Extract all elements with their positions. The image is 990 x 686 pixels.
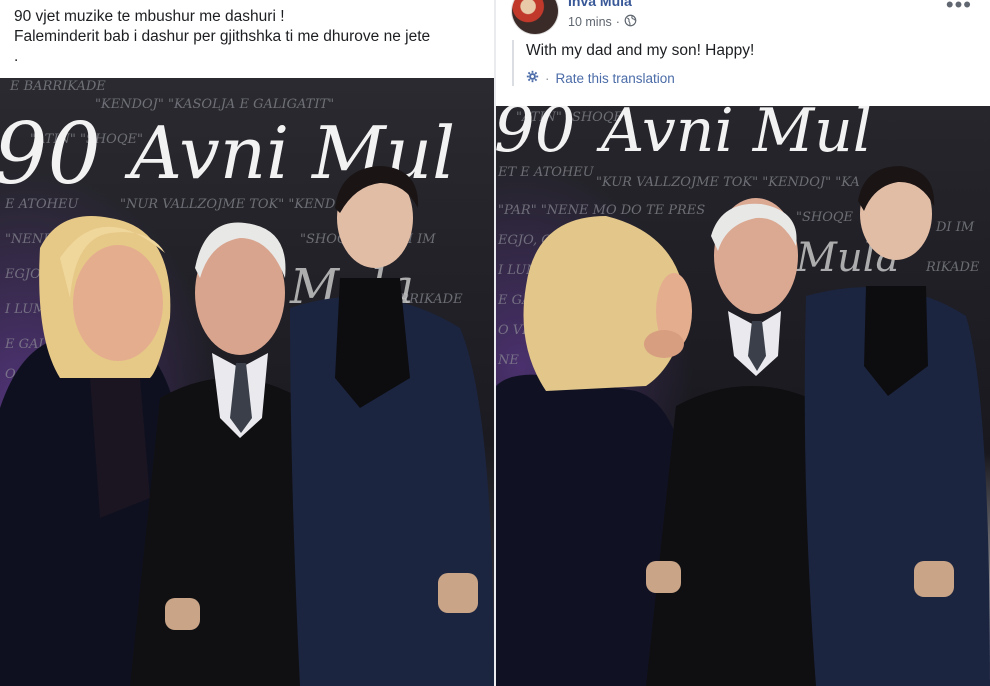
post-photo-right[interactable]: "ATIN" "SHOQE" ET E ATOHEU "KUR VALLZOJM… xyxy=(496,106,990,686)
svg-text:"KENDOJ" "KASOLJA E GALIGATIT: "KENDOJ" "KASOLJA E GALIGATIT" xyxy=(95,97,334,112)
gear-icon xyxy=(526,70,539,86)
post-caption: 90 vjet muzike te mbushur me dashuri ! F… xyxy=(14,7,484,67)
svg-text:NE: NE xyxy=(497,353,519,368)
meta-separator: · xyxy=(615,15,620,29)
svg-text:RIKADE: RIKADE xyxy=(925,260,980,275)
svg-text:DI IM: DI IM xyxy=(935,220,975,235)
svg-text:E BARRIKADE: E BARRIKADE xyxy=(9,79,106,94)
svg-text:Avni Mul: Avni Mul xyxy=(596,106,872,166)
rate-translation-link[interactable]: Rate this translation xyxy=(556,71,675,86)
right-post: Inva Mula 10 mins · ••• With my dad and … xyxy=(496,0,990,686)
post-time[interactable]: 10 mins xyxy=(568,15,612,29)
backdrop-title: 90 xyxy=(0,105,101,203)
globe-icon xyxy=(624,14,637,30)
svg-text:90: 90 xyxy=(496,106,575,167)
post-photo-left[interactable]: E BARRIKADE "KENDOJ" "KASOLJA E GALIGATI… xyxy=(0,78,494,686)
rate-separator: · xyxy=(545,70,550,86)
author-name[interactable]: Inva Mula xyxy=(568,0,632,9)
post-meta: 10 mins · xyxy=(568,14,637,30)
svg-text:"SHOQE: "SHOQE xyxy=(796,210,854,225)
caption-line-1: 90 vjet muzike te mbushur me dashuri ! xyxy=(14,8,285,25)
caption-line-2: Faleminderit bab i dashur per gjithshka … xyxy=(14,28,431,45)
svg-text:"KUR VALLZOJME TOK" "KENDOJ": "KUR VALLZOJME TOK" "KENDOJ" "KA xyxy=(596,175,860,190)
svg-text:"NUR VALLZOJME TOK" "KENDOJ": "NUR VALLZOJME TOK" "KENDOJ" xyxy=(120,197,357,212)
svg-text:"PAR" "NENE MO DO TE PRES: "PAR" "NENE MO DO TE PRES xyxy=(498,203,705,218)
caption-line-3: . xyxy=(14,48,19,65)
more-icon[interactable]: ••• xyxy=(946,0,972,18)
svg-text:ET E ATOHEU: ET E ATOHEU xyxy=(497,165,595,180)
translated-text: With my dad and my son! Happy! xyxy=(526,42,755,59)
avatar[interactable] xyxy=(512,0,558,34)
left-post: 90 vjet muzike te mbushur me dashuri ! F… xyxy=(0,0,494,686)
translation-block: With my dad and my son! Happy! · Rate th… xyxy=(512,40,974,86)
rate-translation[interactable]: · Rate this translation xyxy=(526,70,974,86)
